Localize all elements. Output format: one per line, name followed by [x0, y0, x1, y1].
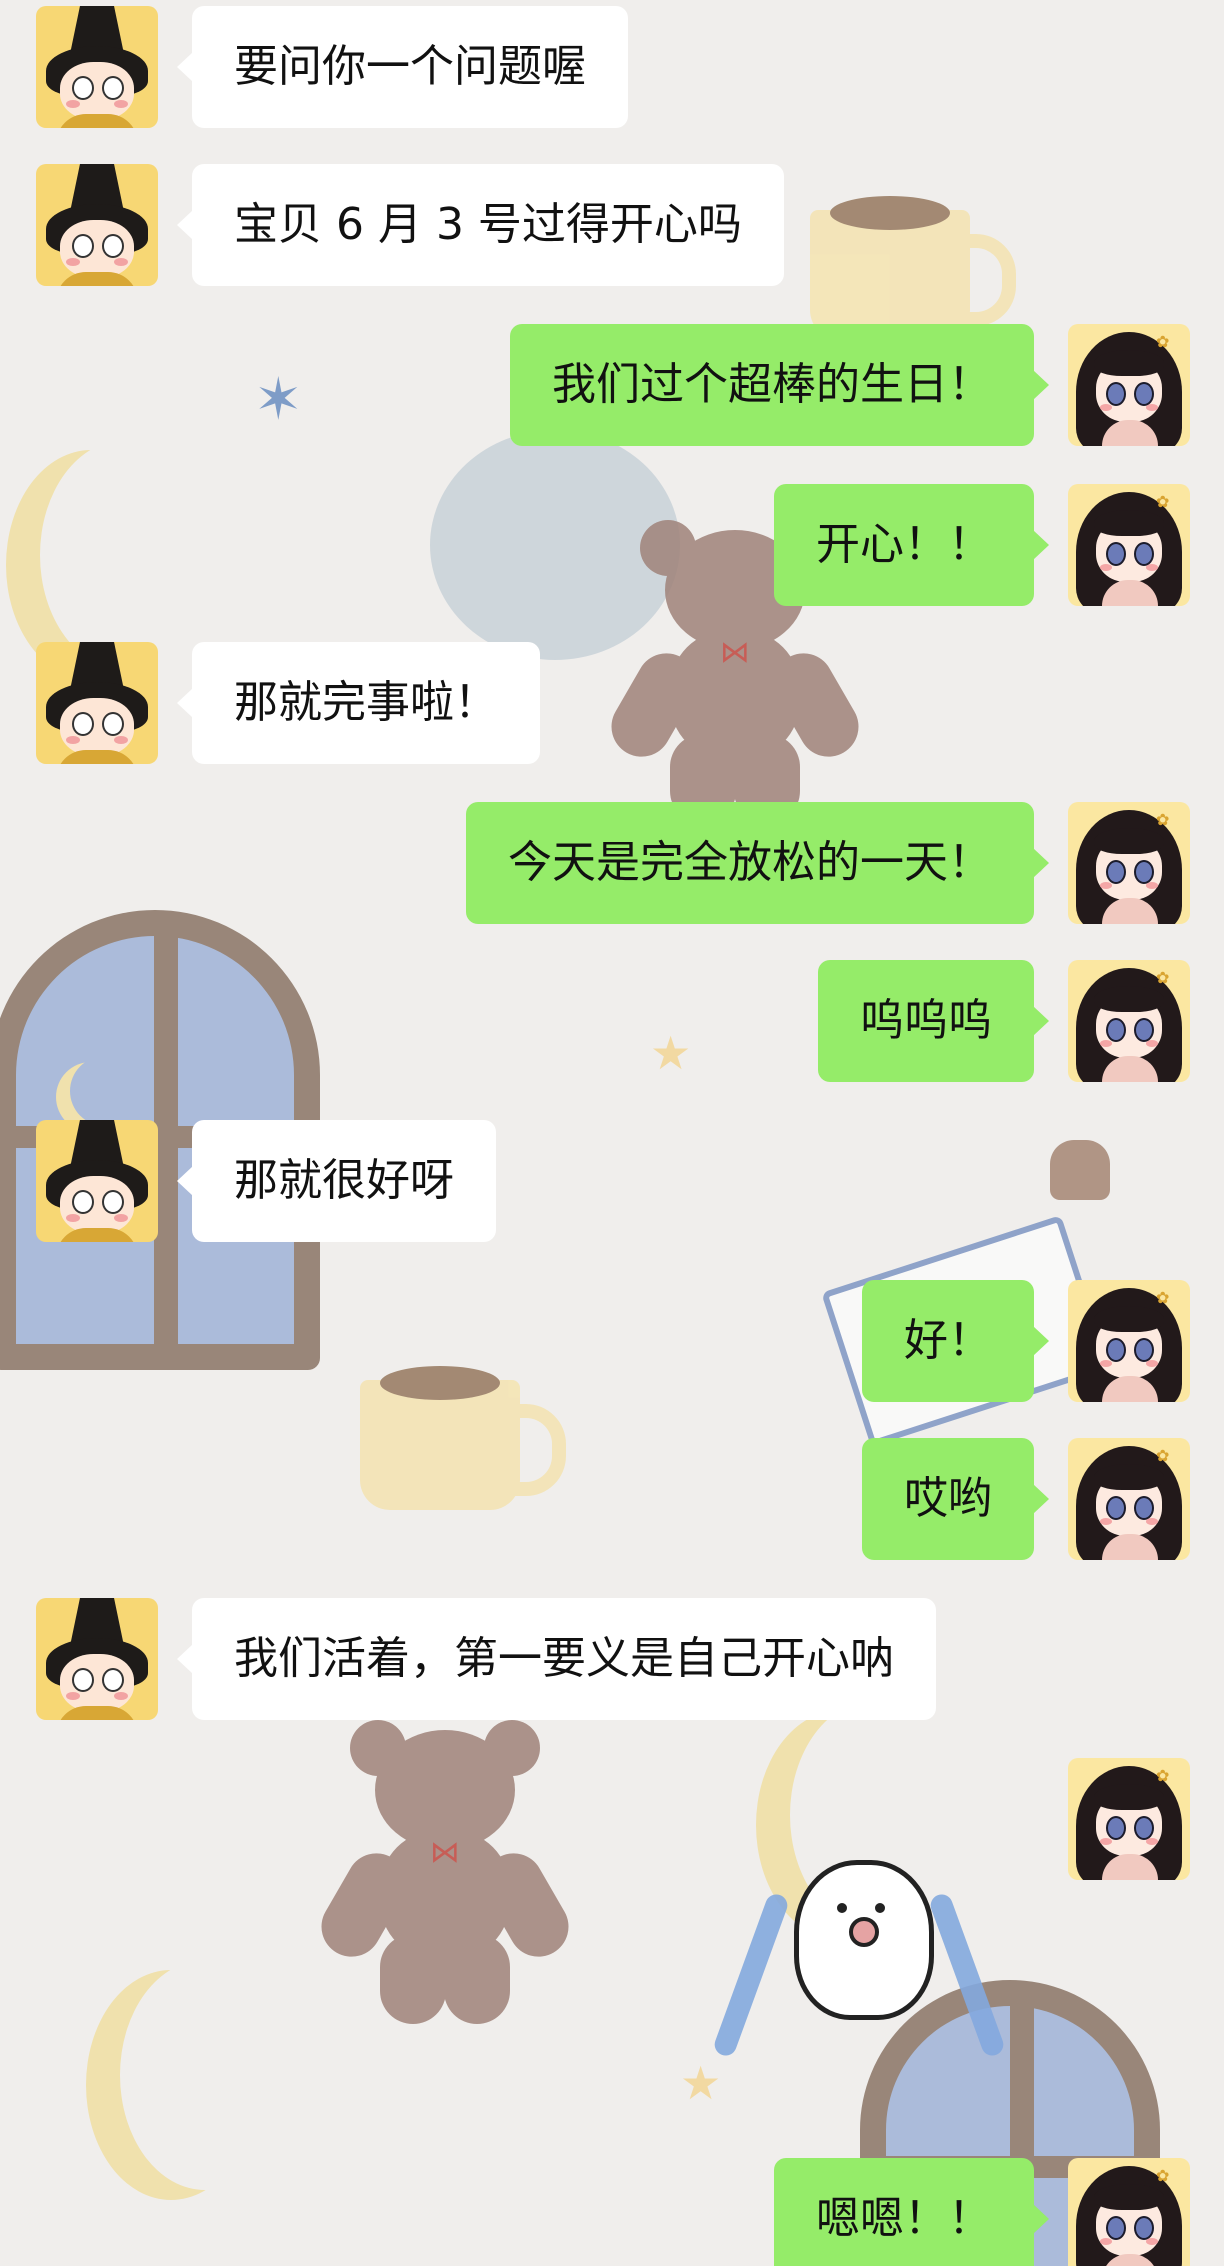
contact-avatar[interactable]: [36, 1598, 158, 1720]
message-bubble-sent[interactable]: 开心！！: [774, 484, 1049, 606]
message-bubble-sent[interactable]: 今天是完全放松的一天！: [466, 802, 1049, 924]
contact-avatar[interactable]: [36, 164, 158, 286]
contact-avatar[interactable]: [36, 6, 158, 128]
message-bubble-sent[interactable]: 呜呜呜: [818, 960, 1049, 1082]
wallpaper-cup-top: [810, 196, 1016, 340]
my-avatar[interactable]: ✿: [1068, 1280, 1190, 1402]
message-row: 我们活着，第一要义是自己开心呐: [36, 1598, 936, 1720]
wallpaper-moon-bottom: [120, 1960, 290, 2190]
wallpaper-moon-left: [40, 440, 210, 670]
message-row: 要问你一个问题喔: [36, 6, 628, 128]
wallpaper-star-blue: ✶: [254, 365, 303, 433]
my-avatar[interactable]: ✿: [1068, 2158, 1190, 2266]
my-avatar[interactable]: ✿: [1068, 1438, 1190, 1560]
message-bubble-received[interactable]: 宝贝 6 月 3 号过得开心吗: [177, 164, 784, 286]
message-bubble-sent[interactable]: 嗯嗯！！: [774, 2158, 1049, 2266]
message-row: 宝贝 6 月 3 号过得开心吗: [36, 164, 784, 286]
my-avatar[interactable]: ✿: [1068, 960, 1190, 1082]
message-bubble-sent[interactable]: 好！: [862, 1280, 1049, 1402]
message-bubble-sent[interactable]: 我们过个超棒的生日！: [510, 324, 1049, 446]
chat-window[interactable]: ✶ ⋈ ★ ⋈ ★ 要问你一个问题喔 宝贝 6 月 3 号过得开心吗 我们过个超…: [0, 0, 1224, 2266]
message-row: 哎哟 ✿: [862, 1438, 1190, 1560]
contact-avatar[interactable]: [36, 1120, 158, 1242]
message-row: 嗯嗯！！ ✿: [774, 2158, 1190, 2266]
message-row: 今天是完全放松的一天！ ✿: [466, 802, 1190, 924]
message-row: 那就完事啦！: [36, 642, 540, 764]
message-bubble-received[interactable]: 那就很好呀: [177, 1120, 496, 1242]
message-bubble-received[interactable]: 那就完事啦！: [177, 642, 540, 764]
wallpaper-cloud: [430, 430, 680, 660]
contact-avatar[interactable]: [36, 642, 158, 764]
wallpaper-jar: [1050, 1140, 1110, 1200]
my-avatar[interactable]: ✿: [1068, 324, 1190, 446]
message-row: 那就很好呀: [36, 1120, 496, 1242]
message-row: 开心！！ ✿: [774, 484, 1190, 606]
my-avatar[interactable]: ✿: [1068, 802, 1190, 924]
crying-puppy-sticker[interactable]: [711, 1850, 1007, 2059]
wallpaper-teddy-bear-bottom: ⋈: [310, 1720, 580, 2024]
message-row: 好！ ✿: [862, 1280, 1190, 1402]
my-avatar[interactable]: ✿: [1068, 1758, 1190, 1880]
wallpaper-cup-middle: [360, 1366, 566, 1510]
message-bubble-received[interactable]: 我们活着，第一要义是自己开心呐: [177, 1598, 936, 1720]
message-row: 呜呜呜 ✿: [818, 960, 1190, 1082]
message-bubble-sent[interactable]: 哎哟: [862, 1438, 1049, 1560]
message-row: 我们过个超棒的生日！ ✿: [510, 324, 1190, 446]
wallpaper-star-bottom: ★: [680, 2056, 722, 2110]
my-avatar[interactable]: ✿: [1068, 484, 1190, 606]
wallpaper-star: ★: [650, 1026, 692, 1080]
message-bubble-received[interactable]: 要问你一个问题喔: [177, 6, 628, 128]
